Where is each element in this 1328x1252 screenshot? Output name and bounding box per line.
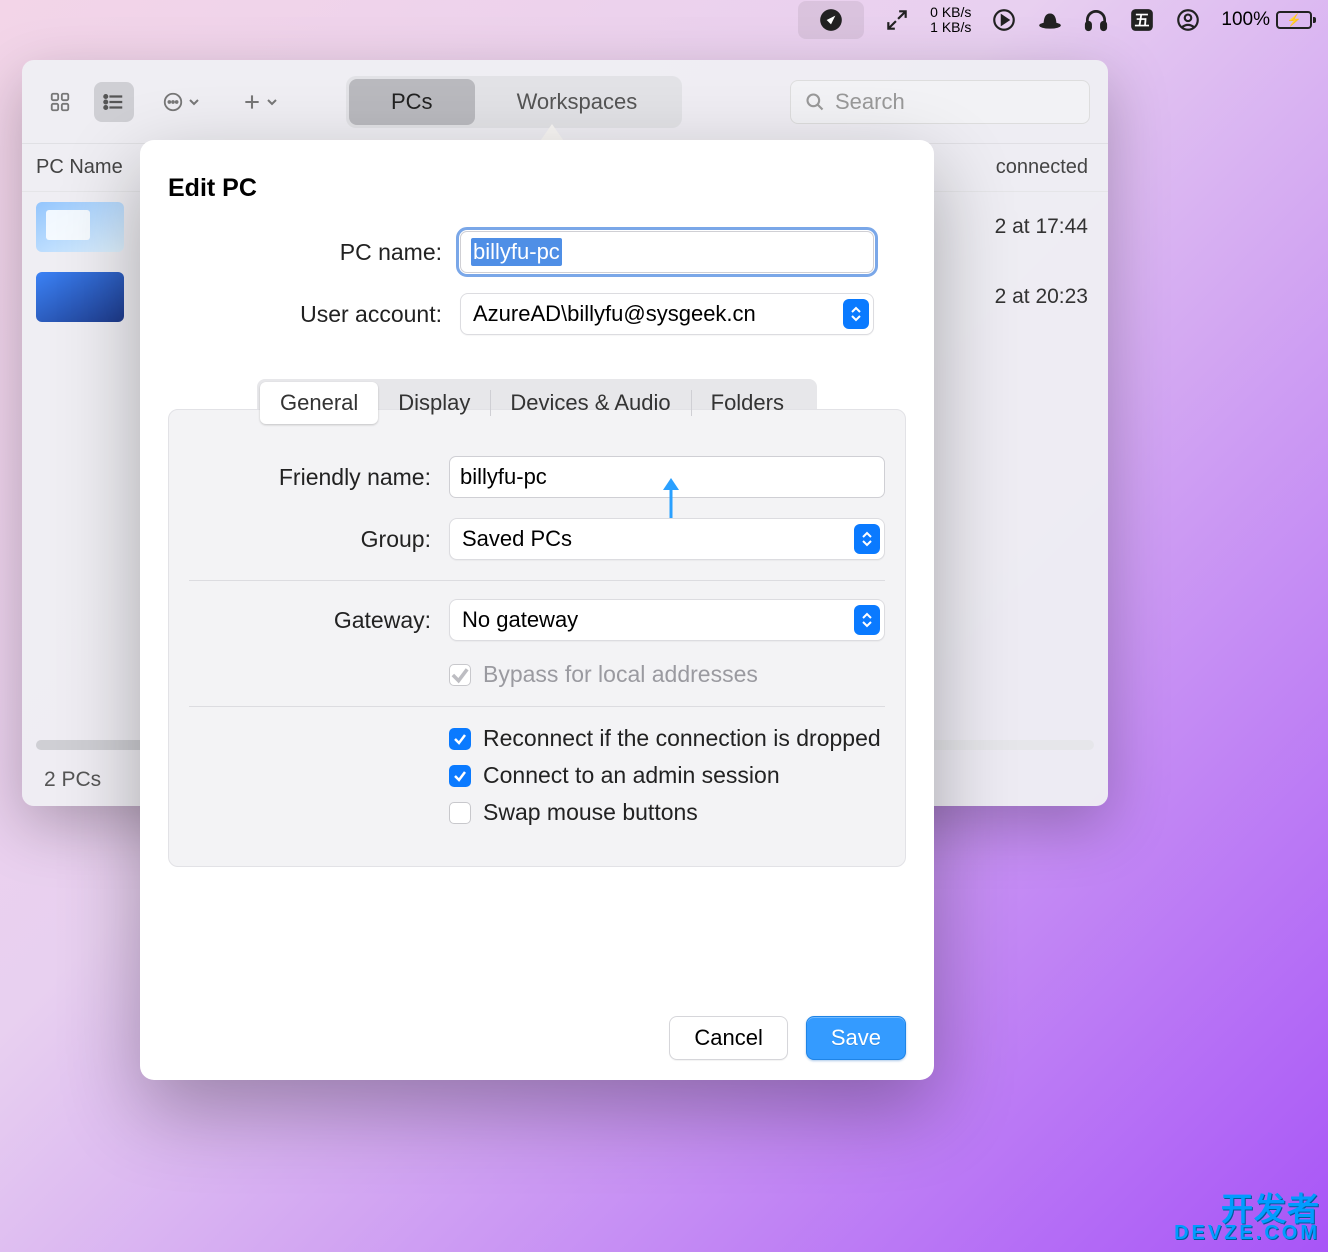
headphones-icon[interactable] [1083,7,1109,33]
toolbar: PCs Workspaces Search [22,60,1108,144]
bypass-checkbox [449,664,471,686]
admin-session-checkbox[interactable] [449,765,471,787]
bypass-label: Bypass for local addresses [483,661,758,688]
battery-percent: 100% [1221,9,1270,31]
tab-general[interactable]: General [260,382,378,424]
status-text: 2 PCs [44,768,101,792]
remote-desktop-menubar-icon[interactable] [798,1,864,39]
user-circle-icon[interactable] [1175,7,1201,33]
chevron-updown-icon [854,605,880,635]
tab-pcs[interactable]: PCs [349,79,475,125]
edit-pc-sheet: Edit PC PC name: billyfu-pc User account… [140,140,934,1080]
bypass-checkbox-row: Bypass for local addresses [449,661,885,688]
annotation-arrow-icon [660,478,682,523]
cancel-button[interactable]: Cancel [669,1016,787,1060]
options-menu[interactable] [148,82,214,122]
swap-mouse-checkbox[interactable] [449,802,471,824]
battery-indicator[interactable]: 100% ⚡ [1221,9,1312,31]
view-segment: PCs Workspaces [346,76,682,128]
search-placeholder: Search [835,89,905,115]
swap-mouse-label: Swap mouse buttons [483,799,698,826]
input-method-icon[interactable]: 五 [1129,7,1155,33]
pc-thumbnail [36,202,124,252]
add-menu[interactable] [228,82,292,122]
save-button[interactable]: Save [806,1016,906,1060]
battery-icon: ⚡ [1276,11,1312,29]
user-account-label: User account: [200,301,460,328]
expand-arrows-icon[interactable] [884,7,910,33]
tab-folders[interactable]: Folders [691,382,804,424]
friendly-name-label: Friendly name: [189,464,449,491]
list-view-button[interactable] [94,82,134,122]
sheet-title: Edit PC [168,174,934,203]
pc-name-label: PC name: [200,239,460,266]
hat-icon[interactable] [1037,7,1063,33]
svg-text:五: 五 [1135,12,1150,29]
gateway-label: Gateway: [189,607,449,634]
settings-tabs: General Display Devices & Audio Folders [257,379,817,427]
play-circle-icon[interactable] [991,7,1017,33]
gateway-select[interactable]: No gateway [449,599,885,641]
chevron-updown-icon [843,299,869,329]
group-select[interactable]: Saved PCs [449,518,885,560]
tab-display[interactable]: Display [378,382,490,424]
general-panel: Friendly name: billyfu-pc Group: Saved P… [168,409,906,867]
menubar: 0 KB/s 1 KB/s 五 100% ⚡ [0,0,1328,40]
chevron-updown-icon [854,524,880,554]
tab-devices-audio[interactable]: Devices & Audio [490,382,690,424]
grid-view-button[interactable] [40,82,80,122]
pc-name-input[interactable]: billyfu-pc [460,231,874,273]
admin-session-label: Connect to an admin session [483,762,780,789]
watermark: 开发者 DEVZE.COM [1174,1195,1320,1242]
pc-thumbnail [36,272,124,322]
search-input[interactable]: Search [790,80,1090,124]
group-label: Group: [189,526,449,553]
tab-workspaces[interactable]: Workspaces [475,79,680,125]
search-icon [805,92,825,112]
network-speed-readout[interactable]: 0 KB/s 1 KB/s [930,5,971,36]
reconnect-label: Reconnect if the connection is dropped [483,725,881,752]
user-account-select[interactable]: AzureAD\billyfu@sysgeek.cn [460,293,874,335]
reconnect-checkbox[interactable] [449,728,471,750]
